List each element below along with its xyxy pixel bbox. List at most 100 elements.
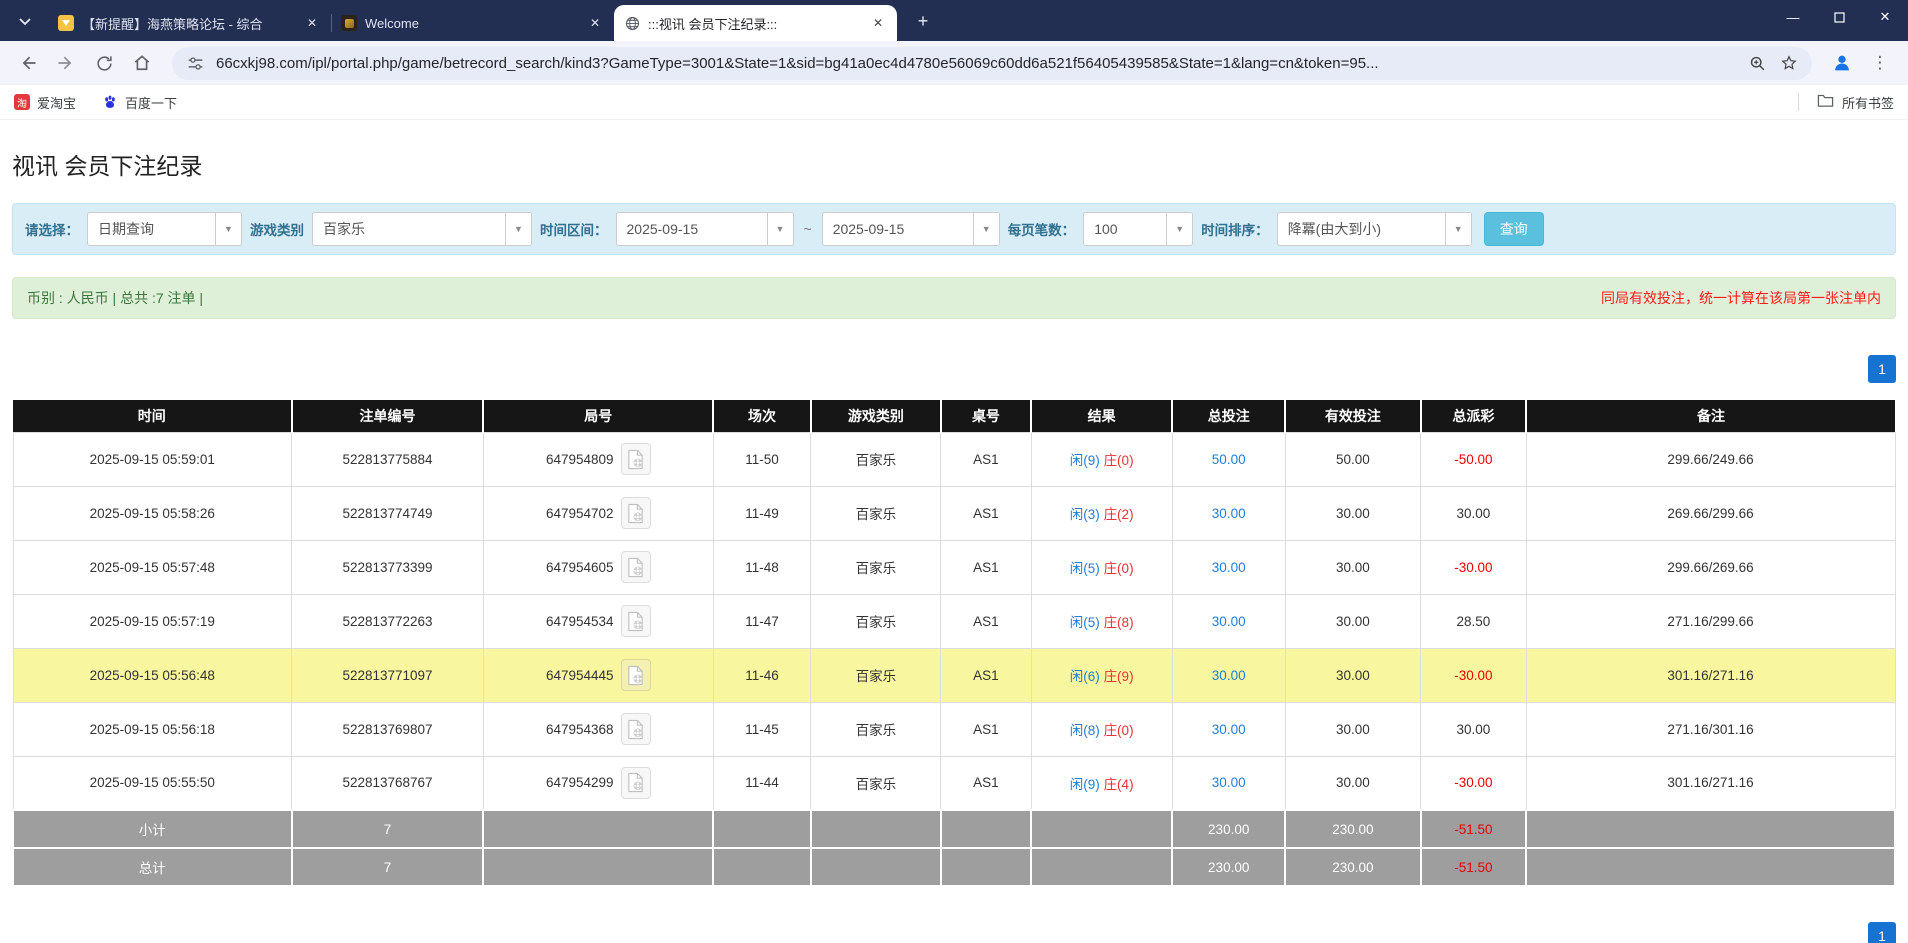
cell-note: 301.16/271.16 xyxy=(1526,756,1895,810)
cell-round-id: 647954702 xyxy=(483,486,713,540)
footer-total-bet: 230.00 xyxy=(1172,848,1285,886)
footer-total-bet: 230.00 xyxy=(1172,810,1285,848)
video-replay-button[interactable] xyxy=(621,605,651,637)
new-tab-button[interactable]: + xyxy=(909,7,937,35)
tab-close-icon[interactable]: ✕ xyxy=(303,14,321,32)
globe-favicon-icon xyxy=(624,15,640,31)
table-row: 2025-09-15 05:56:18522813769807647954368… xyxy=(13,702,1895,756)
tab-search-chevron-icon[interactable] xyxy=(8,4,42,38)
site-info-icon[interactable] xyxy=(184,52,206,74)
video-replay-button[interactable] xyxy=(621,497,651,529)
cell-game-type: 百家乐 xyxy=(811,486,941,540)
tab-title: 【新提醒】海燕策略论坛 - 综合 xyxy=(82,14,295,33)
tab-close-icon[interactable]: ✕ xyxy=(586,14,604,32)
cell-payout: -30.00 xyxy=(1421,756,1526,810)
tab-title: :::视讯 会员下注纪录::: xyxy=(648,14,861,33)
zoom-icon[interactable] xyxy=(1746,52,1768,74)
video-replay-button[interactable] xyxy=(621,659,651,691)
minimize-button[interactable]: — xyxy=(1770,0,1816,34)
bookmark-star-icon[interactable] xyxy=(1778,52,1800,74)
cell-time: 2025-09-15 05:56:48 xyxy=(13,648,292,702)
sort-select[interactable]: 降冪(由大到小) ▼ xyxy=(1277,212,1472,246)
cell-total-bet[interactable]: 50.00 xyxy=(1172,432,1285,486)
taobao-icon: 淘 xyxy=(14,94,30,110)
video-replay-button[interactable] xyxy=(621,443,651,475)
cell-bet-id: 522813775884 xyxy=(292,432,484,486)
page-number-button[interactable]: 1 xyxy=(1868,355,1896,383)
table-row: 2025-09-15 05:56:48522813771097647954445… xyxy=(13,648,1895,702)
divider xyxy=(1798,93,1799,111)
chevron-down-icon: ▼ xyxy=(1445,213,1471,245)
page-size-select[interactable]: 100 ▼ xyxy=(1083,212,1193,246)
refresh-icon[interactable] xyxy=(88,47,120,79)
search-button[interactable]: 查询 xyxy=(1484,212,1544,246)
address-bar[interactable]: 66cxkj98.com/ipl/portal.php/game/betreco… xyxy=(172,47,1812,80)
cell-result: 闲(5) 庄(8) xyxy=(1031,594,1172,648)
column-header-10: 备注 xyxy=(1526,400,1895,432)
cell-table-no: AS1 xyxy=(941,432,1031,486)
page-title: 视讯 会员下注纪录 xyxy=(12,147,1896,181)
game-type-select[interactable]: 百家乐 ▼ xyxy=(312,212,532,246)
video-replay-button[interactable] xyxy=(621,713,651,745)
bookmark-taobao[interactable]: 淘 爱淘宝 xyxy=(14,93,76,112)
cell-bet-id: 522813768767 xyxy=(292,756,484,810)
cell-table-no: AS1 xyxy=(941,648,1031,702)
cell-bet-id: 522813772263 xyxy=(292,594,484,648)
url-text[interactable]: 66cxkj98.com/ipl/portal.php/game/betreco… xyxy=(216,55,1736,72)
footer-payout: -51.50 xyxy=(1421,848,1526,886)
cell-note: 269.66/299.66 xyxy=(1526,486,1895,540)
page-number-button-bottom[interactable]: 1 xyxy=(1868,922,1896,943)
date-to-select[interactable]: 2025-09-15 ▼ xyxy=(822,212,1000,246)
cell-bet-id: 522813769807 xyxy=(292,702,484,756)
cell-total-bet[interactable]: 30.00 xyxy=(1172,540,1285,594)
cell-round-id: 647954534 xyxy=(483,594,713,648)
video-replay-button[interactable] xyxy=(621,767,651,799)
cell-time: 2025-09-15 05:56:18 xyxy=(13,702,292,756)
query-type-select[interactable]: 日期查询 ▼ xyxy=(87,212,242,246)
cell-time: 2025-09-15 05:55:50 xyxy=(13,756,292,810)
cell-payout: -30.00 xyxy=(1421,648,1526,702)
cell-total-bet[interactable]: 30.00 xyxy=(1172,594,1285,648)
tab-bet-record[interactable]: :::视讯 会员下注纪录::: ✕ xyxy=(614,5,897,41)
table-footer-row: 小计7230.00230.00-51.50 xyxy=(13,810,1895,848)
cell-note: 299.66/269.66 xyxy=(1526,540,1895,594)
cell-total-bet[interactable]: 30.00 xyxy=(1172,756,1285,810)
date-from-select[interactable]: 2025-09-15 ▼ xyxy=(616,212,794,246)
cell-total-bet[interactable]: 30.00 xyxy=(1172,702,1285,756)
maximize-button[interactable] xyxy=(1816,0,1862,34)
cell-note: 271.16/301.16 xyxy=(1526,702,1895,756)
back-icon[interactable] xyxy=(12,47,44,79)
filter-bar: 请选择： 日期查询 ▼ 游戏类别 百家乐 ▼ 时间区间： 2025-09-15 … xyxy=(12,203,1896,255)
video-replay-button[interactable] xyxy=(621,551,651,583)
cell-payout: -50.00 xyxy=(1421,432,1526,486)
close-window-button[interactable]: ✕ xyxy=(1862,0,1908,34)
menu-kebab-icon[interactable]: ⋮ xyxy=(1864,47,1896,79)
tab-title: Welcome xyxy=(365,16,578,31)
sort-label: 时间排序： xyxy=(1201,219,1269,239)
home-icon[interactable] xyxy=(126,47,158,79)
cell-result: 闲(6) 庄(9) xyxy=(1031,648,1172,702)
cell-table-no: AS1 xyxy=(941,702,1031,756)
cell-valid-bet: 30.00 xyxy=(1285,594,1421,648)
all-bookmarks[interactable]: 所有书签 xyxy=(1798,93,1894,112)
cell-total-bet[interactable]: 30.00 xyxy=(1172,648,1285,702)
cell-round-id: 647954809 xyxy=(483,432,713,486)
cell-valid-bet: 30.00 xyxy=(1285,648,1421,702)
chevron-down-icon: ▼ xyxy=(767,213,793,245)
footer-payout: -51.50 xyxy=(1421,810,1526,848)
folder-icon xyxy=(1817,93,1834,111)
bookmark-label: 百度一下 xyxy=(125,93,177,112)
profile-avatar-icon[interactable] xyxy=(1826,47,1858,79)
cell-session: 11-47 xyxy=(713,594,811,648)
tab-welcome[interactable]: Welcome ✕ xyxy=(331,5,614,41)
cell-table-no: AS1 xyxy=(941,486,1031,540)
cell-valid-bet: 30.00 xyxy=(1285,540,1421,594)
cell-time: 2025-09-15 05:57:48 xyxy=(13,540,292,594)
tab-close-icon[interactable]: ✕ xyxy=(869,14,887,32)
cell-total-bet[interactable]: 30.00 xyxy=(1172,486,1285,540)
bookmark-baidu[interactable]: 百度一下 xyxy=(102,93,177,112)
column-header-7: 总投注 xyxy=(1172,400,1285,432)
browser-toolbar: 66cxkj98.com/ipl/portal.php/game/betreco… xyxy=(0,41,1908,85)
tab-forum[interactable]: 【新提醒】海燕策略论坛 - 综合 ✕ xyxy=(48,5,331,41)
forward-icon[interactable] xyxy=(50,47,82,79)
